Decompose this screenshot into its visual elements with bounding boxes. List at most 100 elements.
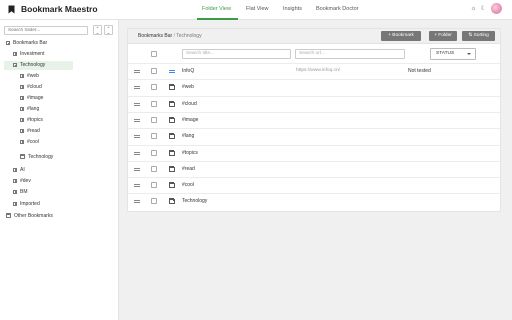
sort-up-button[interactable]: ⌃ ⌄ [93, 25, 102, 35]
table-row[interactable]: #cool [128, 177, 500, 193]
sidebar-tree-item[interactable]: Imported [4, 200, 40, 209]
sidebar-tree-item[interactable]: #cloud [4, 83, 42, 92]
row-checkbox[interactable] [151, 149, 157, 156]
expand-icon[interactable] [20, 73, 24, 78]
expand-icon[interactable] [20, 139, 24, 144]
drag-handle-icon[interactable] [134, 200, 140, 204]
expand-icon[interactable] [13, 51, 17, 56]
sorting-button[interactable]: ⇅ Sorting [462, 31, 495, 41]
folder-search-input[interactable] [4, 26, 88, 35]
row-name[interactable]: #web [182, 84, 194, 90]
row-checkbox[interactable] [151, 182, 157, 189]
select-all-checkbox[interactable] [151, 51, 157, 57]
expand-icon[interactable] [20, 106, 24, 111]
expand-icon[interactable] [20, 95, 24, 100]
sidebar-tree-label: #web [27, 73, 39, 79]
folder-icon [169, 165, 175, 172]
add-bookmark-button[interactable]: + Bookmark [381, 31, 421, 41]
tab-bookmark-doctor[interactable]: Bookmark Doctor [316, 6, 359, 12]
drag-handle-icon[interactable] [134, 118, 140, 122]
row-name[interactable]: #lang [182, 133, 194, 139]
row-checkbox[interactable] [151, 84, 157, 91]
sidebar-tree-item[interactable]: Bookmarks Bar [4, 39, 47, 48]
sidebar-tree-label: Technology [28, 154, 54, 160]
row-checkbox[interactable] [151, 68, 157, 74]
drag-handle-icon[interactable] [134, 70, 140, 73]
expand-icon[interactable] [20, 84, 24, 89]
bookmark-logo-icon [8, 5, 15, 14]
collapse-icon[interactable] [6, 40, 10, 45]
sidebar: ⌃⌄ ⌃⌄ Bookmarks Bar Investment Technology #… [0, 20, 119, 320]
sidebar-tree-label: #lang [27, 106, 40, 112]
drag-handle-icon[interactable] [134, 167, 140, 171]
sidebar-tree-item[interactable]: Technology [4, 153, 53, 162]
table-row[interactable]: #read [128, 160, 500, 177]
row-name[interactable]: #read [182, 166, 195, 172]
expand-icon[interactable] [13, 201, 17, 206]
folder-icon[interactable] [6, 213, 11, 218]
expand-icon[interactable] [13, 167, 17, 172]
drag-handle-icon[interactable] [134, 135, 140, 139]
row-checkbox[interactable] [151, 116, 157, 123]
drag-handle-icon[interactable] [134, 102, 140, 106]
drag-handle-icon[interactable] [134, 86, 140, 90]
sidebar-tree-item[interactable]: #cool [4, 138, 39, 147]
folder-icon [169, 149, 175, 156]
row-checkbox[interactable] [151, 133, 157, 140]
sidebar-tree-label: #cloud [27, 84, 42, 90]
expand-icon[interactable] [20, 117, 24, 122]
sun-icon[interactable]: ☼ [469, 4, 478, 14]
folder-icon[interactable] [20, 154, 25, 159]
title-search-input[interactable]: Search title... [182, 49, 291, 59]
row-name[interactable]: InfoQ [182, 68, 194, 74]
add-folder-button[interactable]: + Folder [429, 31, 457, 41]
drag-handle-icon[interactable] [134, 184, 140, 188]
table-row[interactable]: #cloud [128, 95, 500, 112]
table-row[interactable]: #topics [128, 144, 500, 161]
expand-icon[interactable] [20, 128, 24, 133]
table-row[interactable]: #lang [128, 128, 500, 144]
table-row[interactable]: InfoQ https://www.infoq.cn/Not tested [128, 63, 500, 79]
sidebar-tree-item[interactable]: #topics [4, 116, 43, 125]
row-name[interactable]: #image [182, 117, 198, 123]
sidebar-tree-item[interactable]: #lang [4, 105, 39, 114]
row-name[interactable]: Technology [182, 198, 207, 204]
collapse-icon[interactable] [13, 62, 17, 67]
table-row[interactable]: #image [128, 111, 500, 128]
status-filter-select[interactable]: STATUS [430, 48, 476, 60]
tab-folder-view[interactable]: Folder View [202, 6, 231, 12]
sidebar-tree-item[interactable]: BM [4, 188, 28, 197]
sidebar-tree-item[interactable]: AI [4, 166, 25, 175]
expand-icon[interactable] [13, 189, 17, 194]
sidebar-tree-label: #cool [27, 139, 39, 145]
sidebar-tree-label: #image [27, 95, 44, 101]
sidebar-tree-item[interactable]: #dev [4, 177, 31, 186]
table-row[interactable]: #web [128, 79, 500, 95]
drag-handle-icon[interactable] [134, 151, 140, 155]
sidebar-tree-label: Other Bookmarks [14, 213, 53, 219]
moon-icon[interactable]: ☾ [479, 4, 488, 14]
url-search-input[interactable]: Search url... [295, 49, 405, 59]
sidebar-tree-item[interactable]: #read [4, 127, 40, 136]
row-name[interactable]: #cool [182, 182, 194, 188]
sidebar-tree-item[interactable]: Technology [4, 61, 73, 70]
expand-icon[interactable] [13, 178, 17, 183]
sidebar-tree-item[interactable]: #web [4, 72, 39, 81]
row-checkbox[interactable] [151, 198, 157, 205]
sidebar-tree-item[interactable]: Investment [4, 50, 44, 59]
row-name[interactable]: #cloud [182, 101, 197, 107]
row-checkbox[interactable] [151, 100, 157, 107]
sidebar-tree-item[interactable]: #image [4, 94, 43, 103]
tab-flat-view[interactable]: Flat View [246, 6, 269, 12]
breadcrumb-root[interactable]: Bookmarks Bar [138, 33, 172, 39]
sidebar-tree-label: Investment [20, 51, 45, 57]
row-url[interactable]: https://www.infoq.cn/ [296, 68, 340, 73]
sidebar-tree-item[interactable]: Other Bookmarks [4, 212, 53, 221]
row-name[interactable]: #topics [182, 150, 198, 156]
sort-toggle-button[interactable]: ⌃ ⌄ [104, 25, 113, 35]
row-checkbox[interactable] [151, 165, 157, 172]
avatar[interactable] [491, 3, 502, 14]
site-favicon-icon [169, 69, 175, 74]
tab-insights[interactable]: Insights [283, 6, 302, 12]
table-row[interactable]: Technology [128, 193, 500, 209]
